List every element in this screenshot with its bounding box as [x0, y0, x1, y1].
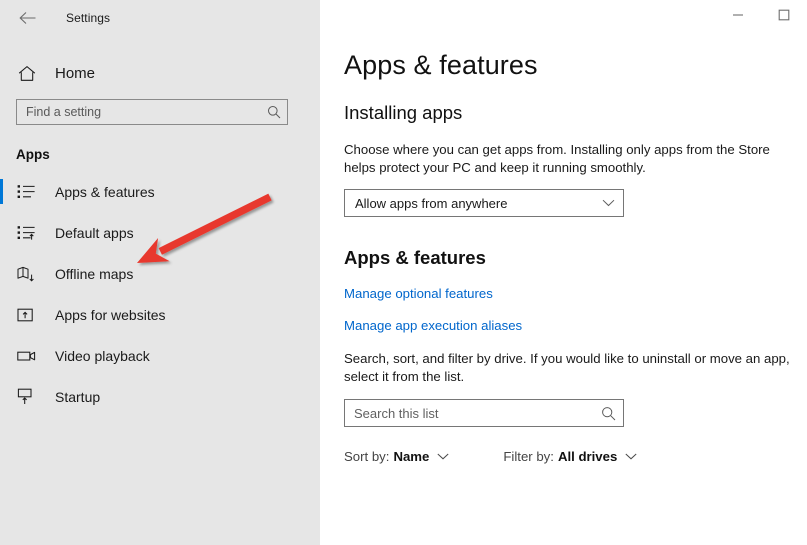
app-list-search-box[interactable]	[344, 399, 624, 427]
sidebar-item-offline-maps[interactable]: Offline maps	[0, 253, 320, 294]
installing-apps-heading: Installing apps	[344, 102, 463, 123]
filter-by-dropdown[interactable]: Filter by: All drives	[503, 449, 637, 464]
search-icon	[601, 406, 616, 421]
sidebar-item-label: Offline maps	[55, 265, 134, 282]
search-input[interactable]	[26, 105, 267, 119]
installing-apps-description: Choose where you can get apps from. Inst…	[344, 142, 770, 175]
sidebar-item-label: Video playback	[55, 347, 150, 364]
sidebar-nav: Apps & features Default apps Offline map…	[0, 171, 320, 417]
sidebar-item-default-apps[interactable]: Default apps	[0, 212, 320, 253]
filter-by-value: All drives	[557, 449, 618, 464]
minimize-icon[interactable]	[715, 0, 761, 30]
apps-features-heading: Apps & features	[344, 247, 486, 268]
titlebar: Settings	[0, 0, 320, 36]
window-arrow-icon	[17, 305, 39, 325]
app-list-search-input[interactable]	[354, 405, 601, 421]
sort-by-value: Name	[393, 449, 430, 464]
sidebar-item-startup[interactable]: Startup	[0, 376, 320, 417]
settings-window: Settings Home Apps	[0, 0, 807, 545]
page-title: Apps & features	[344, 50, 538, 80]
sidebar: Settings Home Apps	[0, 0, 320, 545]
map-download-icon	[17, 264, 39, 284]
window-controls	[715, 0, 807, 30]
list-arrow-icon	[17, 223, 39, 243]
sidebar-item-label: Apps & features	[55, 183, 155, 200]
chevron-down-icon	[625, 453, 637, 460]
sidebar-item-apps-and-features[interactable]: Apps & features	[0, 171, 320, 212]
sort-by-dropdown[interactable]: Sort by: Name	[344, 449, 449, 464]
install-source-dropdown[interactable]: Allow apps from anywhere	[344, 189, 624, 217]
selection-indicator	[0, 179, 3, 204]
manage-app-execution-aliases-link[interactable]: Manage app execution aliases	[344, 318, 522, 333]
sidebar-item-label: Startup	[55, 388, 101, 405]
window-title: Settings	[66, 11, 111, 25]
monitor-up-icon	[17, 387, 39, 407]
apps-features-description: Search, sort, and filter by drive. If yo…	[344, 351, 790, 384]
maximize-icon[interactable]	[761, 0, 807, 30]
sidebar-section-title: Apps	[16, 147, 50, 162]
sidebar-item-video-playback[interactable]: Video playback	[0, 335, 320, 376]
video-camera-icon	[17, 346, 39, 366]
main-content: Apps & features Installing apps Choose w…	[320, 0, 807, 545]
sort-by-label: Sort by:	[344, 449, 390, 464]
settings-search-box[interactable]	[16, 99, 288, 125]
chevron-down-icon	[437, 453, 449, 460]
list-bullets-icon	[17, 182, 39, 202]
chevron-down-icon	[602, 199, 615, 207]
filter-by-label: Filter by:	[503, 449, 554, 464]
search-icon	[267, 105, 281, 119]
sidebar-home-label: Home	[55, 64, 96, 82]
sidebar-item-label: Apps for websites	[55, 306, 166, 323]
install-source-value: Allow apps from anywhere	[355, 195, 508, 211]
sidebar-item-apps-for-websites[interactable]: Apps for websites	[0, 294, 320, 335]
back-arrow-icon[interactable]	[14, 5, 40, 31]
sidebar-item-label: Default apps	[55, 224, 134, 241]
list-filters: Sort by: Name Filter by: All drives	[344, 449, 807, 464]
sidebar-item-home[interactable]: Home	[0, 56, 320, 90]
home-icon	[17, 63, 37, 83]
manage-optional-features-link[interactable]: Manage optional features	[344, 286, 493, 301]
